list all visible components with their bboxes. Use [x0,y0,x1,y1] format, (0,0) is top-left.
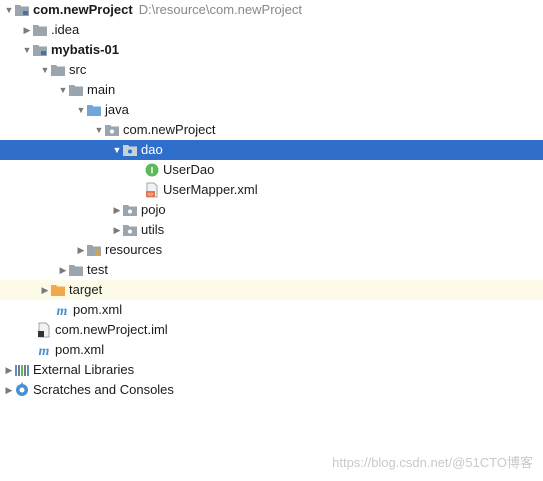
scratches-icon [14,382,30,398]
tree-item-root-project[interactable]: ▼ com.newProject D:\resource\com.newProj… [0,0,543,20]
tree-item-root-pom[interactable]: m pom.xml [0,340,543,360]
resources-folder-icon [86,242,102,258]
tree-item-src[interactable]: ▼ src [0,60,543,80]
chevron-right-icon[interactable]: ▶ [40,284,50,296]
chevron-right-icon[interactable]: ▶ [4,384,14,396]
tree-item-userdao[interactable]: I UserDao [0,160,543,180]
package-icon [104,122,120,138]
tree-item-test[interactable]: ▶ test [0,260,543,280]
folder-label: test [87,262,108,277]
watermark: https://blog.csdn.net/@51CTO博客 [332,455,533,470]
package-label: dao [141,142,163,157]
chevron-down-icon[interactable]: ▼ [40,64,50,76]
folder-icon [68,82,84,98]
chevron-right-icon[interactable]: ▶ [112,204,122,216]
package-label: utils [141,222,165,237]
svg-text:<>: <> [148,192,154,198]
tree-item-resources[interactable]: ▶ resources [0,240,543,260]
package-icon [122,222,138,238]
folder-label: resources [105,242,163,257]
root-project-path: D:\resource\com.newProject [138,2,302,17]
package-label: com.newProject [123,122,216,137]
chevron-right-icon[interactable]: ▶ [112,224,122,236]
tree-item-idea[interactable]: ▶ .idea [0,20,543,40]
file-label: UserDao [163,162,215,177]
tree-item-module[interactable]: ▼ mybatis-01 [0,40,543,60]
module-folder-icon [14,2,30,18]
folder-icon [68,262,84,278]
chevron-down-icon[interactable]: ▼ [22,44,32,56]
excluded-folder-icon [50,282,66,298]
package-icon [122,142,138,158]
tree-item-module-pom[interactable]: m pom.xml [0,300,543,320]
chevron-down-icon[interactable]: ▼ [112,144,122,156]
root-project-name: com.newProject [33,2,133,17]
tree-item-pojo[interactable]: ▶ pojo [0,200,543,220]
chevron-right-icon[interactable]: ▶ [22,24,32,36]
tree-item-package[interactable]: ▼ com.newProject [0,120,543,140]
svg-text:m: m [39,344,50,357]
tree-item-main[interactable]: ▼ main [0,80,543,100]
chevron-down-icon[interactable]: ▼ [94,124,104,136]
file-label: com.newProject.iml [55,322,168,337]
chevron-right-icon[interactable]: ▶ [58,264,68,276]
package-label: pojo [141,202,166,217]
chevron-down-icon[interactable]: ▼ [4,4,14,16]
folder-icon [32,22,48,38]
external-libraries-label: External Libraries [33,362,135,377]
maven-icon: m [36,342,52,358]
scratches-label: Scratches and Consoles [33,382,174,397]
tree-item-iml[interactable]: com.newProject.iml [0,320,543,340]
folder-icon [50,62,66,78]
file-label: pom.xml [55,342,105,357]
interface-icon: I [144,162,160,178]
tree-item-java[interactable]: ▼ java [0,100,543,120]
tree-item-dao[interactable]: ▼ dao [0,140,543,160]
folder-label: target [69,282,103,297]
svg-text:m: m [57,304,68,317]
folder-label: java [105,102,129,117]
chevron-down-icon[interactable]: ▼ [58,84,68,96]
module-folder-icon [32,42,48,58]
tree-item-utils[interactable]: ▶ utils [0,220,543,240]
file-label: pom.xml [73,302,123,317]
maven-icon: m [54,302,70,318]
package-icon [122,202,138,218]
library-icon [14,362,30,378]
tree-item-usermapper[interactable]: <> UserMapper.xml [0,180,543,200]
chevron-right-icon[interactable]: ▶ [4,364,14,376]
tree-item-external-libraries[interactable]: ▶ External Libraries [0,360,543,380]
source-folder-icon [86,102,102,118]
folder-label: .idea [51,22,80,37]
iml-file-icon [36,322,52,338]
folder-label: main [87,82,116,97]
tree-item-target[interactable]: ▶ target [0,280,543,300]
chevron-down-icon[interactable]: ▼ [76,104,86,116]
file-label: UserMapper.xml [163,182,258,197]
svg-text:I: I [151,166,154,176]
xml-file-icon: <> [144,182,160,198]
chevron-right-icon[interactable]: ▶ [76,244,86,256]
tree-item-scratches[interactable]: ▶ Scratches and Consoles [0,380,543,400]
module-label: mybatis-01 [51,42,119,57]
folder-label: src [69,62,87,77]
